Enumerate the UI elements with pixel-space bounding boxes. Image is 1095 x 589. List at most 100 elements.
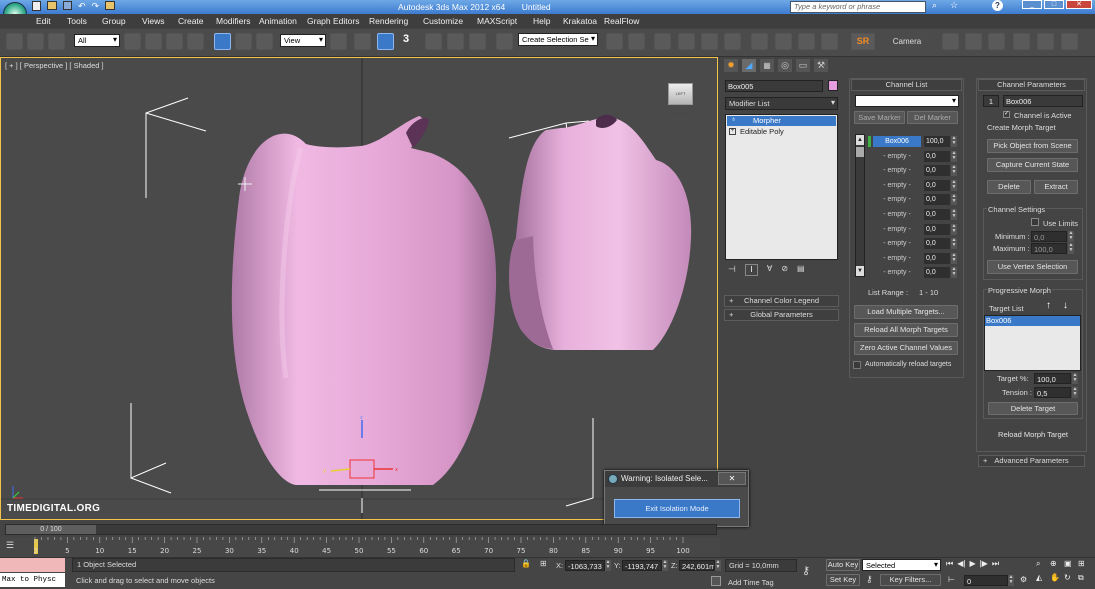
scroll-down-icon[interactable]: ▼ [856,266,864,276]
time-slider-handle[interactable]: 0 / 100 [6,525,96,534]
tension-field[interactable]: 0,5 [1034,387,1071,398]
sr-button[interactable]: SR [851,33,875,50]
menu-graph-editors[interactable]: Graph Editors [307,16,359,26]
select-scale-icon[interactable] [256,33,273,50]
menu-views[interactable]: Views [142,16,165,26]
named-selection-dropdown[interactable]: Create Selection Se [518,33,598,46]
channel-spinner[interactable]: ▲ ▼ [951,267,957,279]
channel-button[interactable]: - empty - [873,267,921,279]
show-end-result-icon[interactable]: I [744,264,758,276]
absolute-mode-icon[interactable]: ⊞ [540,559,547,568]
help-icon[interactable]: ? [992,0,1003,11]
channel-value-field[interactable]: 0,0 [924,150,950,162]
menu-animation[interactable]: Animation [259,16,297,26]
scroll-up-icon[interactable]: ▲ [856,135,864,145]
x-spinner[interactable]: ▲ ▼ [605,560,611,571]
bind-spacewarp-icon[interactable] [48,33,65,50]
display-tab-icon[interactable]: ▭ [796,59,810,72]
select-manipulate-icon[interactable] [354,33,371,50]
key-mode-dropdown[interactable]: Selected [862,559,941,571]
prev-frame-icon[interactable]: ◀| [957,559,965,571]
create-tab-icon[interactable]: ✹ [724,59,738,72]
pin-stack-icon[interactable]: ⊣ [728,264,736,277]
menu-edit[interactable]: Edit [36,16,51,26]
channel-name-field[interactable]: Box006 [1003,95,1083,107]
load-multiple-targets-button[interactable]: Load Multiple Targets... [854,305,958,319]
zoom-extents-icon[interactable]: ▣ [1064,559,1078,573]
channel-button[interactable]: - empty - [873,165,921,177]
extract-button[interactable]: Extract [1034,180,1078,194]
menu-customize[interactable]: Customize [423,16,463,26]
reference-coordinate-dropdown[interactable]: View [280,34,326,47]
open-file-icon[interactable] [47,1,57,10]
menu-group[interactable]: Group [102,16,126,26]
hierarchy-tab-icon[interactable]: ▦ [760,59,774,72]
rect-selection-icon[interactable] [166,33,183,50]
channel-value-field[interactable]: 0,0 [924,238,950,250]
menu-help[interactable]: Help [533,16,550,26]
select-rotate-icon[interactable] [235,33,252,50]
material-editor-icon[interactable] [751,33,768,50]
menu-modifiers[interactable]: Modifiers [216,16,250,26]
exit-isolation-button[interactable]: Exit Isolation Mode [614,499,740,518]
target-percent-spinner[interactable]: ▲ ▼ [1072,373,1078,384]
channel-index-field[interactable]: 1 [983,95,999,107]
toolbar-plugin-5-icon[interactable] [1037,33,1054,50]
zoom-icon[interactable]: ⌕ [1036,559,1050,573]
menu-tools[interactable]: Tools [67,16,87,26]
menu-rendering[interactable]: Rendering [369,16,408,26]
close-button[interactable]: ✕ [1066,0,1092,9]
stack-item-morpher[interactable]: Morpher [727,116,836,126]
pick-object-button[interactable]: Pick Object from Scene [987,139,1078,153]
modify-tab-icon[interactable]: ◢ [742,59,756,72]
channel-spinner[interactable]: ▲ ▼ [951,179,957,191]
mirror-icon[interactable] [606,33,623,50]
maximum-field[interactable]: 100,0 [1031,243,1067,254]
channel-value-field[interactable]: 0,0 [924,209,950,220]
del-marker-button[interactable]: Del Marker [907,111,958,124]
lightbulb-icon[interactable]: ♁ [731,116,736,123]
viewcube[interactable]: LEFT FRONT [668,83,693,116]
y-spinner[interactable]: ▲ ▼ [662,560,668,571]
move-target-up-icon[interactable]: ↑ [1046,300,1051,311]
current-frame-field[interactable]: 0 [964,575,1008,586]
track-bar-toggle-icon[interactable]: ☰ [6,540,20,552]
angle-snap-icon[interactable] [425,33,442,50]
save-file-icon[interactable] [63,1,72,10]
channel-button[interactable]: - empty - [873,223,921,235]
remove-modifier-icon[interactable]: ⊘ [781,264,788,277]
edit-named-selection-icon[interactable] [496,33,513,50]
minimize-button[interactable]: _ [1022,0,1042,9]
toolbar-plugin-4-icon[interactable] [1013,33,1030,50]
reload-morph-target-button[interactable]: Reload Morph Target [983,429,1083,443]
graphite-tools-icon[interactable] [678,33,695,50]
render-setup-icon[interactable] [775,33,792,50]
menu-maxscript[interactable]: MAXScript [477,16,517,26]
search-icon[interactable]: ⌕ [932,0,944,12]
toolbar-plugin-2-icon[interactable] [965,33,982,50]
rendered-frame-icon[interactable] [798,33,815,50]
play-icon[interactable]: ▶ [969,559,975,571]
channel-value-field[interactable]: 0,0 [924,223,950,235]
make-unique-icon[interactable]: ∀ [767,264,772,277]
channel-button[interactable]: - empty - [873,252,921,264]
redo-icon[interactable]: ↷ [92,1,100,13]
select-move-icon[interactable] [214,33,231,50]
search-input[interactable]: Type a keyword or phrase [790,1,926,13]
align-icon[interactable] [628,33,645,50]
modifier-list-dropdown[interactable]: Modifier List [725,97,838,110]
move-target-down-icon[interactable]: ↓ [1063,300,1068,311]
channel-value-field[interactable]: 100,0 [924,136,950,147]
channel-spinner[interactable]: ▲ ▼ [951,209,957,220]
menu-create[interactable]: Create [178,16,204,26]
perspective-viewport[interactable]: [ + ] [ Perspective ] [ Shaded ] z x y L… [0,57,718,520]
channel-button[interactable]: - empty - [873,194,921,206]
toolbar-plugin-3-icon[interactable] [988,33,1005,50]
channel-spinner[interactable]: ▲ ▼ [951,252,957,264]
configure-sets-icon[interactable]: ▤ [797,264,805,277]
channel-value-field[interactable]: 0,0 [924,165,950,177]
target-percent-field[interactable]: 100,0 [1034,373,1071,384]
object-color-swatch[interactable] [828,80,838,91]
y-coordinate-field[interactable]: -1193,747 [622,560,662,571]
field-of-view-icon[interactable]: ◭ [1036,573,1050,587]
